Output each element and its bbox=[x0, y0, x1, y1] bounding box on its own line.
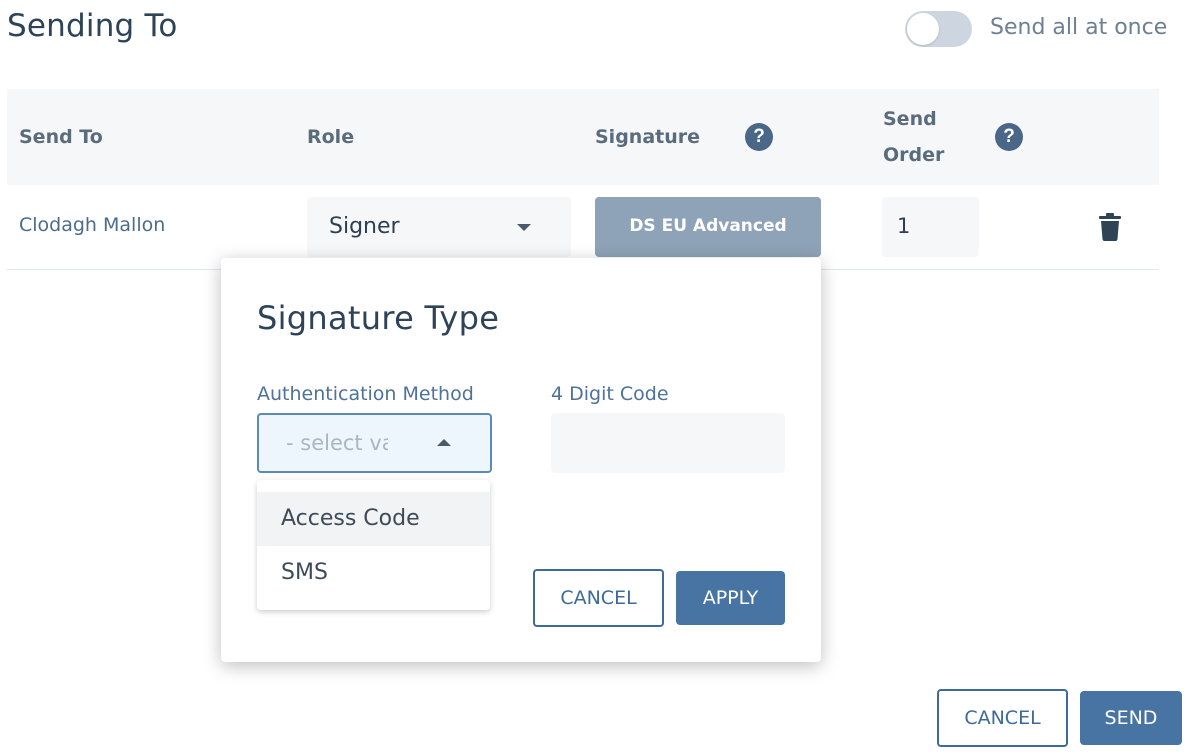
recipient-name: Clodagh Mallon bbox=[19, 214, 166, 236]
header-role: Role bbox=[307, 126, 355, 148]
send-all-toggle[interactable] bbox=[905, 11, 972, 47]
header-send-to: Send To bbox=[19, 126, 103, 148]
table-header: Send To Role Signature ? Send Order ? bbox=[7, 89, 1159, 185]
chevron-up-icon bbox=[437, 439, 451, 446]
chevron-down-icon bbox=[517, 224, 531, 231]
send-all-label: Send all at once bbox=[990, 15, 1168, 40]
signature-type-modal: Signature Type Authentication Method - s… bbox=[221, 258, 821, 662]
modal-apply-button[interactable]: APPLY bbox=[676, 571, 785, 625]
header-send-order-line1: Send bbox=[883, 108, 937, 130]
send-order-help-icon[interactable]: ? bbox=[995, 123, 1023, 151]
signature-type-button[interactable]: DS EU Advanced bbox=[595, 197, 821, 257]
modal-title: Signature Type bbox=[257, 299, 500, 337]
trash-icon[interactable] bbox=[1099, 213, 1121, 241]
auth-method-dropdown: Access Code SMS bbox=[257, 480, 490, 610]
role-select[interactable]: Signer bbox=[307, 197, 571, 257]
auth-method-placeholder: - select value - bbox=[286, 431, 388, 455]
digit-code-input[interactable] bbox=[551, 413, 785, 473]
digit-code-label: 4 Digit Code bbox=[551, 383, 669, 405]
option-access-code[interactable]: Access Code bbox=[257, 492, 490, 546]
signature-help-icon[interactable]: ? bbox=[745, 123, 773, 151]
send-order-input[interactable]: 1 bbox=[882, 197, 979, 257]
header-signature: Signature bbox=[595, 126, 701, 148]
auth-method-label: Authentication Method bbox=[257, 383, 474, 405]
auth-method-select[interactable]: - select value - bbox=[257, 413, 492, 473]
header-send-order-line2: Order bbox=[883, 144, 945, 166]
send-button[interactable]: SEND bbox=[1080, 691, 1182, 745]
send-order-value: 1 bbox=[897, 214, 911, 238]
toggle-knob bbox=[907, 13, 939, 45]
page-title: Sending To bbox=[7, 8, 178, 44]
cancel-button[interactable]: CANCEL bbox=[937, 689, 1068, 747]
role-value: Signer bbox=[329, 214, 400, 239]
modal-cancel-button[interactable]: CANCEL bbox=[533, 569, 664, 627]
option-sms[interactable]: SMS bbox=[257, 546, 490, 600]
